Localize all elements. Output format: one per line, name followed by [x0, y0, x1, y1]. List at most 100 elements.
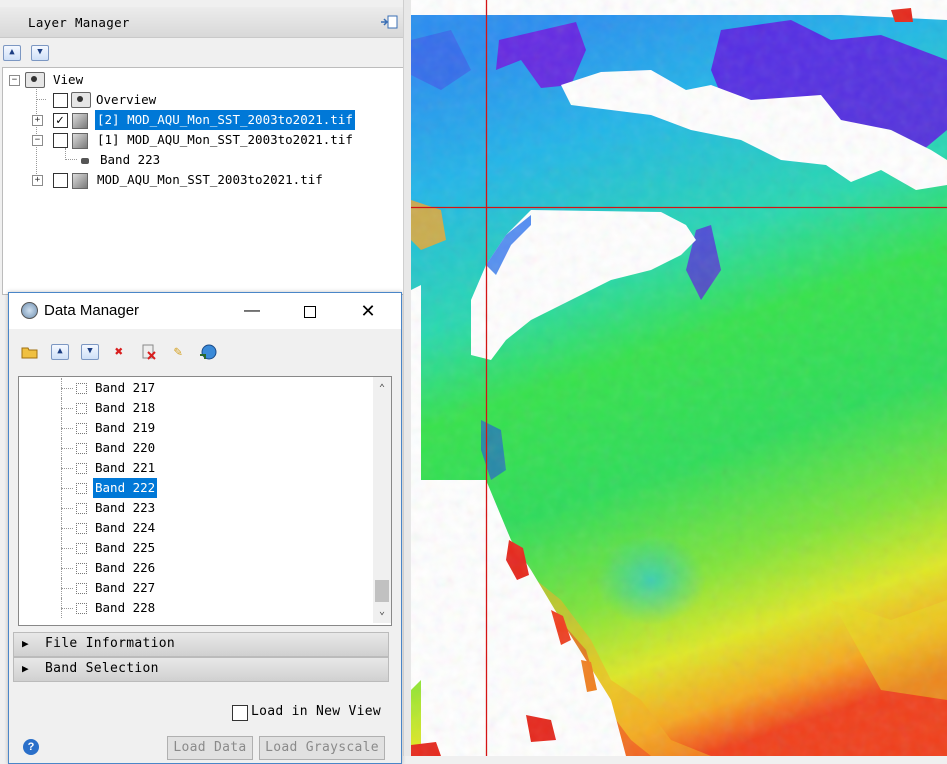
tree-item-layer[interactable]: + ✓ [2] MOD_AQU_Mon_SST_2003to2021.tif	[3, 110, 401, 130]
close-button[interactable]: ✕	[339, 293, 397, 329]
view-eye-icon	[25, 72, 45, 88]
band-checkbox[interactable]	[76, 583, 87, 594]
layer-label: [2] MOD_AQU_Mon_SST_2003to2021.tif	[95, 110, 355, 130]
band-checkbox[interactable]	[76, 523, 87, 534]
pin-icon[interactable]: ✎	[169, 343, 187, 361]
band-label: Band 225	[95, 540, 156, 555]
view-label: View	[53, 72, 84, 87]
band-list-item[interactable]: Band 217	[19, 378, 371, 398]
band-label: Band 226	[95, 560, 156, 575]
band-checkbox[interactable]	[76, 563, 87, 574]
band-label: Band 217	[95, 380, 156, 395]
move-up-icon[interactable]: ▲	[51, 344, 69, 360]
tree-item-layer[interactable]: + MOD_AQU_Mon_SST_2003to2021.tif	[3, 170, 401, 190]
move-layer-up-button[interactable]: ▲	[3, 45, 21, 61]
band-label: Band 224	[95, 520, 156, 535]
scroll-up-icon[interactable]: ⌃	[376, 383, 388, 394]
band-label: Band 222	[93, 478, 158, 498]
section-label: Band Selection	[45, 661, 159, 676]
raster-layer-icon	[72, 173, 88, 189]
band-label: Band 221	[95, 460, 156, 475]
band-icon	[81, 158, 89, 164]
minimize-button[interactable]: —	[223, 293, 281, 329]
map-view[interactable]	[411, 0, 947, 756]
band-list[interactable]: Band 217 Band 218 Band 219 Band 220 Band 221…	[18, 376, 392, 626]
band-list-item[interactable]: Band 225	[19, 538, 371, 558]
band-checkbox[interactable]	[76, 603, 87, 614]
band-list-item[interactable]: Band 224	[19, 518, 371, 538]
band-label: Band 223	[95, 500, 156, 515]
band-list-item[interactable]: Band 227	[19, 578, 371, 598]
open-folder-icon[interactable]	[21, 343, 39, 361]
raster-layer-icon	[72, 113, 88, 129]
maximize-button[interactable]	[281, 293, 339, 329]
help-icon[interactable]: ?	[23, 739, 39, 755]
band-list-item[interactable]: Band 218	[19, 398, 371, 418]
data-manager-title: Data Manager	[44, 302, 140, 319]
band-label: Band 219	[95, 420, 156, 435]
layer-visibility-checkbox[interactable]: ✓	[53, 113, 68, 128]
band-checkbox[interactable]	[76, 423, 87, 434]
expand-arrow-icon: ▶	[22, 662, 29, 675]
collapse-layer-button[interactable]: −	[32, 135, 43, 146]
layer-label: MOD_AQU_Mon_SST_2003to2021.tif	[97, 172, 323, 187]
tree-item-overview[interactable]: Overview	[3, 90, 401, 110]
data-manager-titlebar[interactable]: Data Manager — ✕	[9, 293, 401, 329]
band-label: Band 227	[95, 580, 156, 595]
move-down-icon[interactable]: ▼	[81, 344, 99, 360]
band-checkbox[interactable]	[76, 383, 87, 394]
band-checkbox[interactable]	[76, 483, 87, 494]
scroll-thumb[interactable]	[375, 580, 389, 602]
tree-root-view[interactable]: − View	[3, 70, 401, 90]
raster-layer-icon	[72, 133, 88, 149]
band-checkbox[interactable]	[76, 463, 87, 474]
band-list-item[interactable]: Band 222	[19, 478, 371, 498]
load-grayscale-button[interactable]: Load Grayscale	[259, 736, 385, 760]
section-band-selection[interactable]: ▶ Band Selection	[13, 657, 389, 682]
scroll-down-icon[interactable]: ⌄	[376, 606, 388, 617]
globe-sync-icon[interactable]	[199, 343, 217, 361]
section-label: File Information	[45, 636, 176, 651]
tree-item-band[interactable]: Band 223	[3, 150, 401, 170]
band-checkbox[interactable]	[76, 503, 87, 514]
band-label: Band 223	[100, 152, 161, 167]
close-all-files-icon[interactable]	[140, 343, 158, 361]
data-manager-window: Data Manager — ✕ ▲ ▼ ✖ ✎ Band 217 Band 21…	[8, 292, 402, 764]
sst-raster-image	[411, 0, 947, 756]
layer-manager-header: Layer Manager	[0, 7, 404, 38]
collapse-root-button[interactable]: −	[9, 75, 20, 86]
load-in-new-view-checkbox[interactable]	[232, 705, 248, 721]
band-list-item[interactable]: Band 219	[19, 418, 371, 438]
band-list-scrollbar[interactable]: ⌃ ⌄	[373, 377, 391, 623]
band-label: Band 220	[95, 440, 156, 455]
expand-arrow-icon: ▶	[22, 637, 29, 650]
data-manager-toolbar: ▲ ▼ ✖ ✎	[9, 339, 401, 363]
dock-panel-icon[interactable]	[380, 14, 398, 30]
band-checkbox[interactable]	[76, 443, 87, 454]
layer-visibility-checkbox[interactable]	[53, 133, 68, 148]
band-list-item[interactable]: Band 220	[19, 438, 371, 458]
band-checkbox[interactable]	[76, 543, 87, 554]
band-list-item[interactable]: Band 221	[19, 458, 371, 478]
move-layer-down-button[interactable]: ▼	[31, 45, 49, 61]
app-icon	[21, 302, 38, 319]
band-checkbox[interactable]	[76, 403, 87, 414]
layer-label: [1] MOD_AQU_Mon_SST_2003to2021.tif	[97, 132, 353, 147]
overview-eye-icon	[71, 92, 91, 108]
band-list-item[interactable]: Band 228	[19, 598, 371, 618]
remove-icon[interactable]: ✖	[110, 343, 128, 361]
band-list-item[interactable]: Band 226	[19, 558, 371, 578]
section-file-information[interactable]: ▶ File Information	[13, 632, 389, 657]
overview-label: Overview	[96, 92, 157, 107]
tree-item-layer[interactable]: − [1] MOD_AQU_Mon_SST_2003to2021.tif	[3, 130, 401, 150]
layer-tree: − View Overview + ✓ [2] MOD_AQU_Mon_SST_…	[2, 67, 406, 295]
layer-manager-title: Layer Manager	[28, 15, 130, 30]
load-data-button[interactable]: Load Data	[167, 736, 253, 760]
expand-layer-button[interactable]: +	[32, 175, 43, 186]
layer-visibility-checkbox[interactable]	[53, 173, 68, 188]
overview-checkbox[interactable]	[53, 93, 68, 108]
band-list-item[interactable]: Band 223	[19, 498, 371, 518]
band-label: Band 218	[95, 400, 156, 415]
band-label: Band 228	[95, 600, 156, 615]
expand-layer-button[interactable]: +	[32, 115, 43, 126]
